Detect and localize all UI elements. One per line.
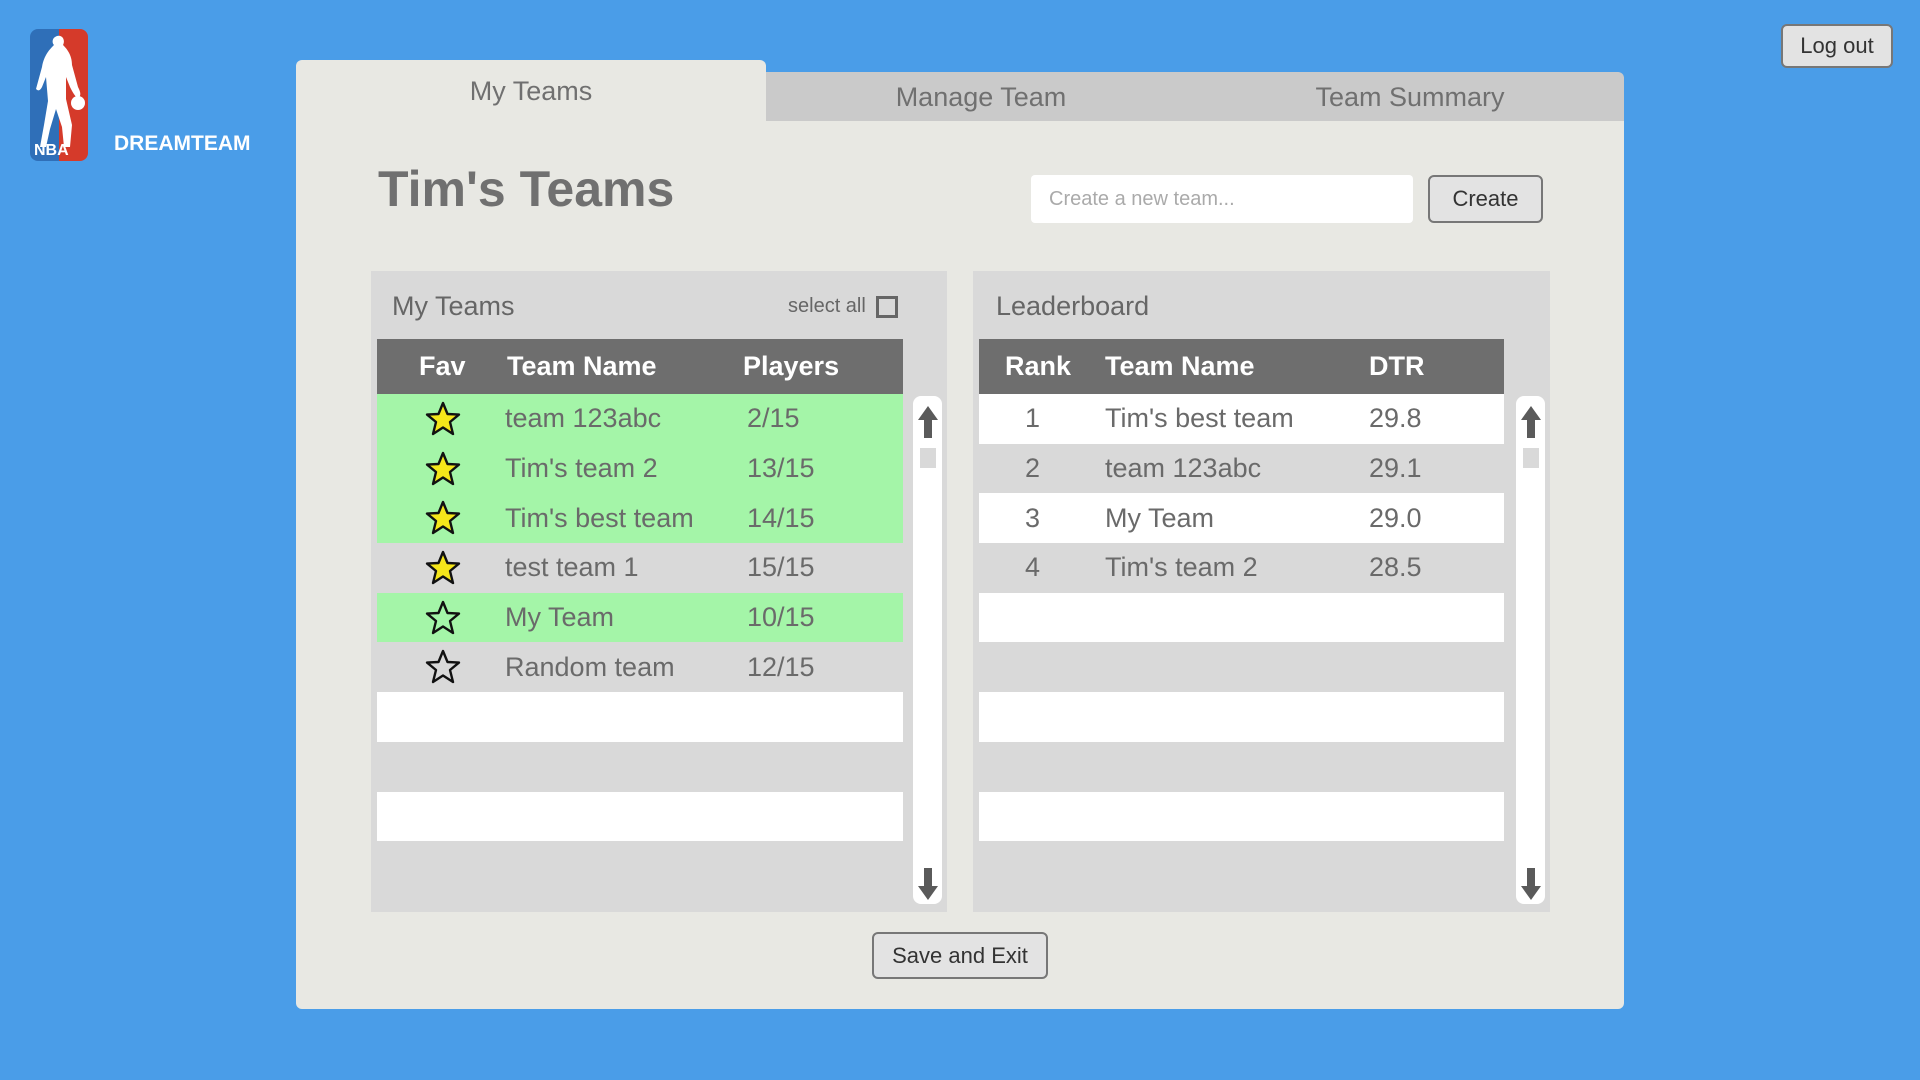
column-header-dtr[interactable]: DTR bbox=[1369, 339, 1504, 394]
table-row[interactable]: 1 Tim's best team 29.8 bbox=[979, 394, 1504, 444]
team-name-cell: team 123abc bbox=[505, 394, 739, 444]
players-cell: 12/15 bbox=[739, 642, 903, 693]
players-cell: 14/15 bbox=[739, 493, 903, 544]
dtr-cell: 29.8 bbox=[1369, 394, 1504, 444]
table-row[interactable]: 2 team 123abc 29.1 bbox=[979, 443, 1504, 494]
team-name-cell: Tim's best team bbox=[505, 493, 739, 544]
dtr-cell: 29.0 bbox=[1369, 493, 1504, 544]
team-name-cell: Tim's team 2 bbox=[505, 443, 739, 494]
fav-cell[interactable] bbox=[377, 642, 505, 693]
star-filled-icon[interactable] bbox=[425, 500, 461, 536]
table-row bbox=[377, 692, 903, 742]
table-row bbox=[377, 841, 903, 891]
my-teams-table: Fav Team Name Players team 123abc 2/15 Tim… bbox=[377, 339, 903, 891]
table-row bbox=[979, 642, 1504, 693]
dtr-cell: 29.1 bbox=[1369, 443, 1504, 494]
tab-bar: My Teams Manage Team Team Summary bbox=[296, 60, 1624, 122]
rank-cell: 4 bbox=[979, 543, 1105, 593]
rank-cell: 2 bbox=[979, 443, 1105, 494]
rank-cell: 1 bbox=[979, 394, 1105, 444]
team-name-cell: My Team bbox=[505, 592, 739, 643]
fav-cell[interactable] bbox=[377, 394, 505, 444]
table-row[interactable]: 3 My Team 29.0 bbox=[979, 493, 1504, 544]
star-outline-icon[interactable] bbox=[425, 649, 461, 685]
team-name-cell: team 123abc bbox=[1105, 443, 1369, 494]
my-teams-scrollbar[interactable] bbox=[913, 396, 942, 904]
table-row bbox=[979, 741, 1504, 792]
table-row bbox=[979, 592, 1504, 643]
arrow-up-icon[interactable] bbox=[918, 406, 938, 438]
leaderboard-table: Rank Team Name DTR 1 Tim's best team 29.8 2… bbox=[979, 339, 1504, 891]
svg-text:NBA: NBA bbox=[34, 142, 69, 159]
column-header-fav[interactable]: Fav bbox=[377, 339, 505, 394]
tab-my-teams[interactable]: My Teams bbox=[296, 60, 766, 122]
fav-cell[interactable] bbox=[377, 443, 505, 494]
dtr-cell: 28.5 bbox=[1369, 543, 1504, 593]
table-row[interactable]: My Team 10/15 bbox=[377, 592, 903, 643]
nba-logo-icon: NBA bbox=[30, 29, 88, 161]
players-cell: 2/15 bbox=[739, 394, 903, 444]
table-row[interactable]: Random team 12/15 bbox=[377, 642, 903, 693]
select-all[interactable]: select all bbox=[788, 295, 898, 318]
table-row bbox=[979, 692, 1504, 742]
column-header-team-name[interactable]: Team Name bbox=[505, 339, 739, 394]
leaderboard-title: Leaderboard bbox=[996, 291, 1150, 321]
players-cell: 15/15 bbox=[739, 543, 903, 593]
page-title: Tim's Teams bbox=[378, 161, 675, 217]
column-header-team-name[interactable]: Team Name bbox=[1105, 339, 1369, 394]
create-button[interactable]: Create bbox=[1428, 175, 1543, 223]
select-all-checkbox[interactable] bbox=[875, 295, 898, 318]
table-row bbox=[377, 741, 903, 792]
table-row[interactable]: test team 1 15/15 bbox=[377, 543, 903, 593]
players-cell: 10/15 bbox=[739, 592, 903, 643]
my-teams-panel: My Teams select all Fav Team Name Player… bbox=[371, 271, 947, 912]
column-header-players[interactable]: Players bbox=[739, 339, 903, 394]
players-cell: 13/15 bbox=[739, 443, 903, 494]
scroll-thumb[interactable] bbox=[920, 448, 936, 468]
table-row bbox=[979, 791, 1504, 842]
arrow-up-icon[interactable] bbox=[1521, 406, 1541, 438]
logout-button[interactable]: Log out bbox=[1781, 24, 1893, 68]
table-row bbox=[377, 791, 903, 842]
logo-text: DREAMTEAM bbox=[114, 132, 251, 155]
table-row[interactable]: Tim's best team 14/15 bbox=[377, 493, 903, 544]
team-name-cell: Tim's best team bbox=[1105, 394, 1369, 444]
tab-team-summary[interactable]: Team Summary bbox=[1196, 72, 1624, 122]
table-row[interactable]: 4 Tim's team 2 28.5 bbox=[979, 543, 1504, 593]
table-row bbox=[979, 841, 1504, 891]
fav-cell[interactable] bbox=[377, 592, 505, 643]
table-header-row: Rank Team Name DTR bbox=[979, 339, 1504, 394]
new-team-input[interactable] bbox=[1031, 175, 1413, 223]
star-filled-icon[interactable] bbox=[425, 550, 461, 586]
fav-cell[interactable] bbox=[377, 543, 505, 593]
arrow-down-icon[interactable] bbox=[1521, 868, 1541, 900]
table-row[interactable]: team 123abc 2/15 bbox=[377, 394, 903, 444]
my-teams-title: My Teams bbox=[392, 291, 515, 321]
select-all-label: select all bbox=[788, 295, 866, 317]
save-and-exit-button[interactable]: Save and Exit bbox=[872, 932, 1048, 979]
rank-cell: 3 bbox=[979, 493, 1105, 544]
team-name-cell: Random team bbox=[505, 642, 739, 693]
column-header-rank[interactable]: Rank bbox=[979, 339, 1105, 394]
leaderboard-panel: Leaderboard Rank Team Name DTR 1 Tim's be… bbox=[973, 271, 1550, 912]
table-header-row: Fav Team Name Players bbox=[377, 339, 903, 394]
fav-cell[interactable] bbox=[377, 493, 505, 544]
table-row[interactable]: Tim's team 2 13/15 bbox=[377, 443, 903, 494]
star-filled-icon[interactable] bbox=[425, 451, 461, 487]
star-outline-icon[interactable] bbox=[425, 600, 461, 636]
star-filled-icon[interactable] bbox=[425, 401, 461, 437]
leaderboard-scrollbar[interactable] bbox=[1516, 396, 1545, 904]
tab-manage-team[interactable]: Manage Team bbox=[766, 72, 1196, 122]
arrow-down-icon[interactable] bbox=[918, 868, 938, 900]
team-name-cell: test team 1 bbox=[505, 543, 739, 593]
nba-dreamteam-logo: NBA DREAMTEAM bbox=[30, 29, 251, 161]
team-name-cell: My Team bbox=[1105, 493, 1369, 544]
team-name-cell: Tim's team 2 bbox=[1105, 543, 1369, 593]
scroll-thumb[interactable] bbox=[1523, 448, 1539, 468]
